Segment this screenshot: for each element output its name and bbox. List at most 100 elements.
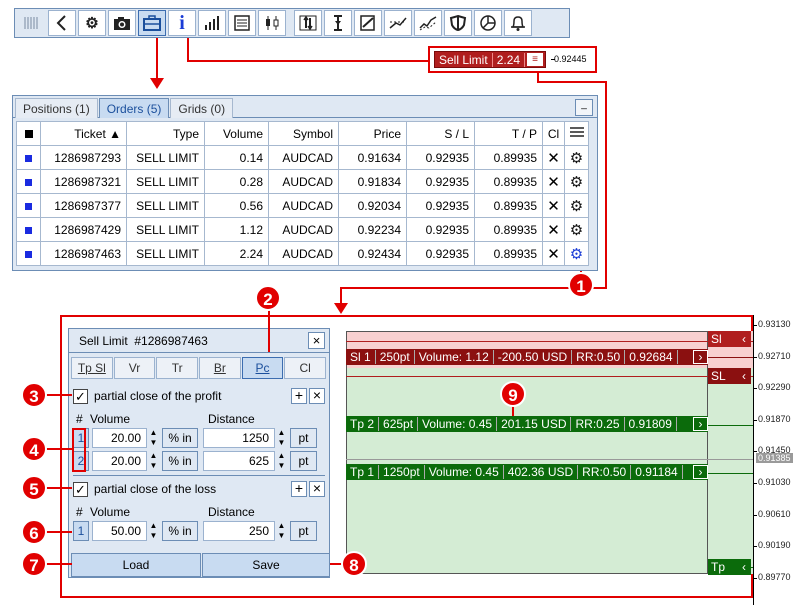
tab-tp-sl[interactable]: Tp Sl: [71, 357, 113, 379]
tab-br[interactable]: Br: [199, 357, 241, 379]
table-row[interactable]: 1286987293 SELL LIMIT 0.14 AUDCAD 0.91634 0.9…: [16, 145, 589, 170]
distance-input[interactable]: 250: [203, 521, 275, 541]
bar-segment: 402.36 USD: [504, 465, 579, 479]
volume-unit-button[interactable]: % in: [162, 428, 198, 448]
header-tp[interactable]: T / P: [474, 121, 543, 146]
remove-loss-row-button[interactable]: ×: [309, 481, 325, 497]
trend-zigzag-icon[interactable]: [414, 10, 442, 36]
tab-positions[interactable]: Positions (1): [15, 98, 98, 118]
volume-spinner[interactable]: ▲ ▼: [147, 451, 160, 471]
sl-top-tag[interactable]: Sl ‹: [708, 331, 751, 347]
gear-icon[interactable]: ⚙: [564, 145, 589, 170]
distance-spinner[interactable]: ▲ ▼: [275, 428, 288, 448]
grip-icon[interactable]: [18, 10, 46, 36]
header-symbol[interactable]: Symbol: [268, 121, 339, 146]
sell-limit-chip[interactable]: Sell Limit 2.24 ≡: [434, 51, 547, 68]
volume-spinner[interactable]: ▲ ▼: [147, 428, 160, 448]
document-edit-icon[interactable]: [354, 10, 382, 36]
distance-unit-button[interactable]: pt: [290, 451, 317, 471]
chevron-right-icon[interactable]: ›: [693, 417, 708, 431]
annotation-badge: 4: [21, 436, 47, 462]
tab-pc[interactable]: Pc: [241, 357, 284, 379]
header-close[interactable]: Cl: [542, 121, 565, 146]
close-order-icon[interactable]: ✕: [542, 217, 565, 242]
table-row[interactable]: 1286987321 SELL LIMIT 0.28 AUDCAD 0.91834 0.9…: [16, 169, 589, 194]
section-divider: [73, 475, 325, 476]
header-ticket[interactable]: Ticket ▲: [40, 121, 127, 146]
tp-tag[interactable]: Tp ‹: [708, 559, 751, 575]
select-all-header[interactable]: [16, 121, 41, 146]
annotation-badge: 9: [500, 381, 526, 407]
volume-unit-button[interactable]: % in: [162, 521, 198, 541]
trend-line-icon[interactable]: [384, 10, 412, 36]
close-icon[interactable]: ×: [308, 332, 325, 349]
pie-chart-icon[interactable]: [474, 10, 502, 36]
distance-spinner[interactable]: ▲ ▼: [275, 521, 288, 541]
arrows-vertical-icon[interactable]: [294, 10, 322, 36]
profit-checkbox[interactable]: ✓: [73, 388, 88, 404]
connector-line: [156, 38, 158, 78]
load-button[interactable]: Load: [71, 553, 201, 577]
tab-orders[interactable]: Orders (5): [98, 98, 170, 118]
save-button[interactable]: Save: [202, 553, 330, 577]
close-order-icon[interactable]: ✕: [542, 169, 565, 194]
header-type[interactable]: Type: [126, 121, 205, 146]
gear-icon[interactable]: ⚙: [564, 169, 589, 194]
gear-icon[interactable]: ⚙: [564, 193, 589, 218]
gear-icon[interactable]: ⚙: [78, 10, 106, 36]
close-order-icon[interactable]: ✕: [542, 241, 565, 266]
add-loss-row-button[interactable]: +: [291, 481, 307, 497]
list-icon[interactable]: [228, 10, 256, 36]
gear-icon[interactable]: ⚙: [564, 241, 589, 266]
volume-unit-button[interactable]: % in: [162, 451, 198, 471]
back-arrow-icon[interactable]: [48, 10, 76, 36]
close-order-icon[interactable]: ✕: [542, 193, 565, 218]
distance-spinner[interactable]: ▲ ▼: [275, 451, 288, 471]
chip-menu-button[interactable]: ≡: [527, 53, 544, 66]
chevron-right-icon[interactable]: ›: [693, 465, 708, 479]
hamburger-menu-icon[interactable]: [564, 121, 589, 146]
tab-tr[interactable]: Tr: [156, 357, 199, 379]
volume-spinner[interactable]: ▲ ▼: [147, 521, 160, 541]
take-profit-1-bar[interactable]: Tp 1 1250pt Volume: 0.45 402.36 USD RR:0.50 0…: [346, 464, 708, 480]
bar-chart-icon[interactable]: [198, 10, 226, 36]
row-index[interactable]: 1: [73, 521, 89, 541]
cell-sl: 0.92935: [406, 145, 475, 170]
camera-icon[interactable]: [108, 10, 136, 36]
table-row[interactable]: 1286987377 SELL LIMIT 0.56 AUDCAD 0.92034 0.9…: [16, 193, 589, 218]
tab-vr[interactable]: Vr: [113, 357, 156, 379]
distance-unit-button[interactable]: pt: [290, 521, 317, 541]
stop-loss-bar[interactable]: Sl 1 250pt Volume: 1.12 -200.50 USD RR:0.50 0…: [346, 349, 708, 365]
cell-type: SELL LIMIT: [126, 241, 205, 266]
briefcase-icon[interactable]: [138, 10, 166, 36]
add-profit-row-button[interactable]: +: [291, 388, 307, 404]
close-order-icon[interactable]: ✕: [542, 145, 565, 170]
cursor-text-icon[interactable]: [324, 10, 352, 36]
volume-input[interactable]: 20.00: [92, 428, 147, 448]
table-row[interactable]: 1286987463 SELL LIMIT 2.24 AUDCAD 0.92434 0.9…: [16, 241, 589, 266]
loss-checkbox[interactable]: ✓: [73, 481, 88, 497]
header-price[interactable]: Price: [338, 121, 407, 146]
sl-mid-tag[interactable]: SL ‹: [708, 368, 751, 384]
table-row[interactable]: 1286987429 SELL LIMIT 1.12 AUDCAD 0.92234 0.9…: [16, 217, 589, 242]
distance-input[interactable]: 625: [203, 451, 275, 471]
distance-input[interactable]: 1250: [203, 428, 275, 448]
minimize-button[interactable]: _: [575, 99, 593, 116]
shield-icon[interactable]: [444, 10, 472, 36]
volume-input[interactable]: 50.00: [92, 521, 147, 541]
distance-unit-button[interactable]: pt: [290, 428, 317, 448]
bell-icon[interactable]: [504, 10, 532, 36]
gear-icon[interactable]: ⚙: [564, 217, 589, 242]
tab-cl[interactable]: Cl: [284, 357, 327, 379]
candlestick-icon[interactable]: [258, 10, 286, 36]
price-axis-label: 0.90190: [753, 540, 791, 551]
remove-profit-row-button[interactable]: ×: [309, 388, 325, 404]
take-profit-2-bar[interactable]: Tp 2 625pt Volume: 0.45 201.15 USD RR:0.25 0.…: [346, 416, 708, 432]
tab-grids[interactable]: Grids (0): [170, 98, 234, 118]
header-volume[interactable]: Volume: [204, 121, 269, 146]
connector-line: [46, 448, 72, 450]
header-sl[interactable]: S / L: [406, 121, 475, 146]
chevron-right-icon[interactable]: ›: [693, 350, 708, 364]
volume-input[interactable]: 20.00: [92, 451, 147, 471]
info-icon[interactable]: i: [168, 10, 196, 36]
